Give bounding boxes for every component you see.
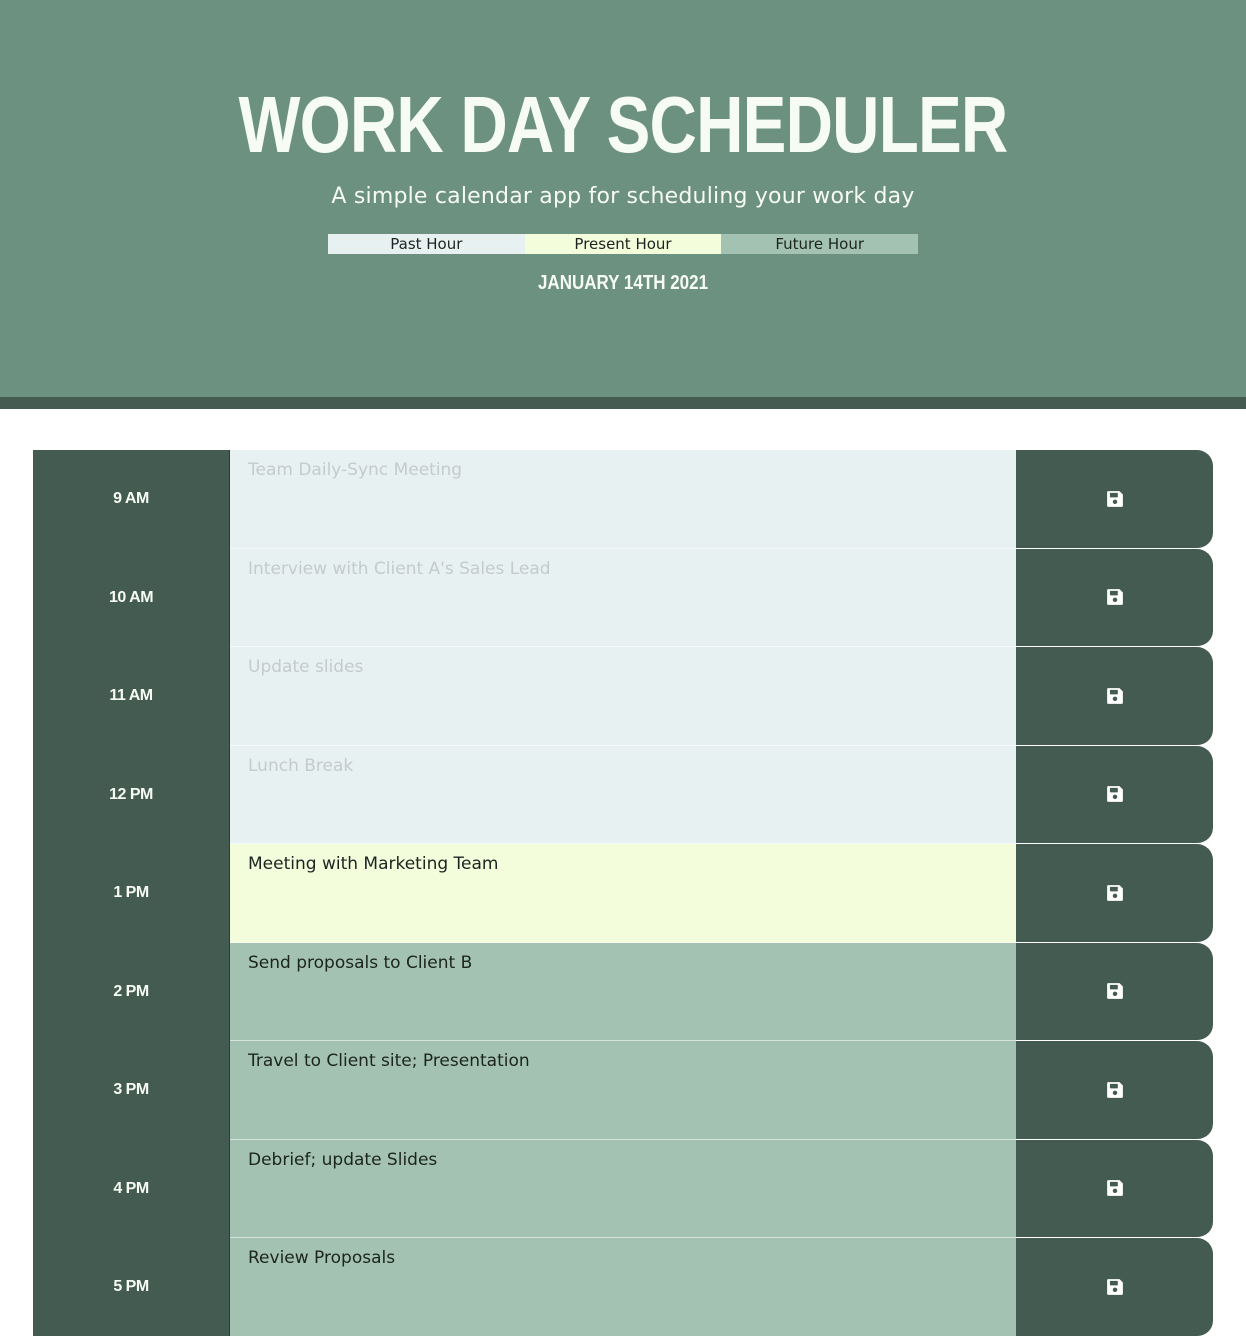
save-icon: [1106, 1081, 1123, 1098]
save-icon: [1106, 1278, 1123, 1295]
event-description[interactable]: Interview with Client A's Sales Lead: [230, 548, 1016, 647]
hour-label: 11 AM: [33, 647, 230, 746]
legend-present: Present Hour: [524, 234, 722, 254]
event-description[interactable]: Debrief; update Slides: [230, 1139, 1016, 1238]
save-icon: [1106, 1180, 1123, 1197]
event-description[interactable]: Travel to Client site; Presentation: [230, 1041, 1016, 1140]
time-block-row: 5 PM Review Proposals: [33, 1238, 1213, 1336]
event-description[interactable]: Team Daily-Sync Meeting: [230, 450, 1016, 549]
save-button[interactable]: [1016, 647, 1213, 746]
save-icon: [1106, 490, 1123, 507]
time-block-row: 3 PM Travel to Client site; Presentation: [33, 1041, 1213, 1140]
save-button[interactable]: [1016, 1238, 1213, 1336]
app-lead: A simple calendar app for scheduling you…: [331, 184, 915, 209]
save-icon: [1106, 983, 1123, 1000]
event-description[interactable]: Lunch Break: [230, 745, 1016, 844]
legend-past: Past Hour: [328, 234, 525, 254]
time-block-row: 12 PM Lunch Break: [33, 745, 1213, 844]
time-block-row: 9 AM Team Daily-Sync Meeting: [33, 450, 1213, 549]
hour-label: 9 AM: [33, 450, 230, 549]
app-title: WORK DAY SCHEDULER: [238, 80, 1009, 169]
event-description[interactable]: Update slides: [230, 647, 1016, 746]
schedule: 9 AM Team Daily-Sync Meeting 10 AM Intervie…: [33, 450, 1213, 1336]
header: WORK DAY SCHEDULER A simple calendar app…: [0, 0, 1246, 409]
save-icon: [1106, 884, 1123, 901]
legend: Past Hour Present Hour Future Hour: [328, 234, 919, 254]
hour-label: 5 PM: [33, 1238, 230, 1336]
save-button[interactable]: [1016, 745, 1213, 844]
save-icon: [1106, 589, 1123, 606]
save-button[interactable]: [1016, 942, 1213, 1041]
save-icon: [1106, 786, 1123, 803]
current-day: JANUARY 14TH 2021: [537, 272, 709, 294]
event-description[interactable]: Send proposals to Client B: [230, 942, 1016, 1041]
time-block-row: 11 AM Update slides: [33, 647, 1213, 746]
save-icon: [1106, 687, 1123, 704]
event-description[interactable]: Review Proposals: [230, 1238, 1016, 1336]
save-button[interactable]: [1016, 844, 1213, 943]
hour-label: 3 PM: [33, 1041, 230, 1140]
save-button[interactable]: [1016, 450, 1213, 549]
hour-label: 4 PM: [33, 1139, 230, 1238]
event-description[interactable]: Meeting with Marketing Team: [230, 844, 1016, 943]
hour-label: 12 PM: [33, 745, 230, 844]
hour-label: 10 AM: [33, 548, 230, 647]
time-block-row: 4 PM Debrief; update Slides: [33, 1139, 1213, 1238]
hour-label: 1 PM: [33, 844, 230, 943]
time-block-row: 1 PM Meeting with Marketing Team: [33, 844, 1213, 943]
legend-future: Future Hour: [721, 234, 919, 254]
save-button[interactable]: [1016, 1041, 1213, 1140]
time-block-row: 10 AM Interview with Client A's Sales Lea…: [33, 548, 1213, 647]
hour-label: 2 PM: [33, 942, 230, 1041]
save-button[interactable]: [1016, 548, 1213, 647]
time-block-row: 2 PM Send proposals to Client B: [33, 942, 1213, 1041]
save-button[interactable]: [1016, 1139, 1213, 1238]
